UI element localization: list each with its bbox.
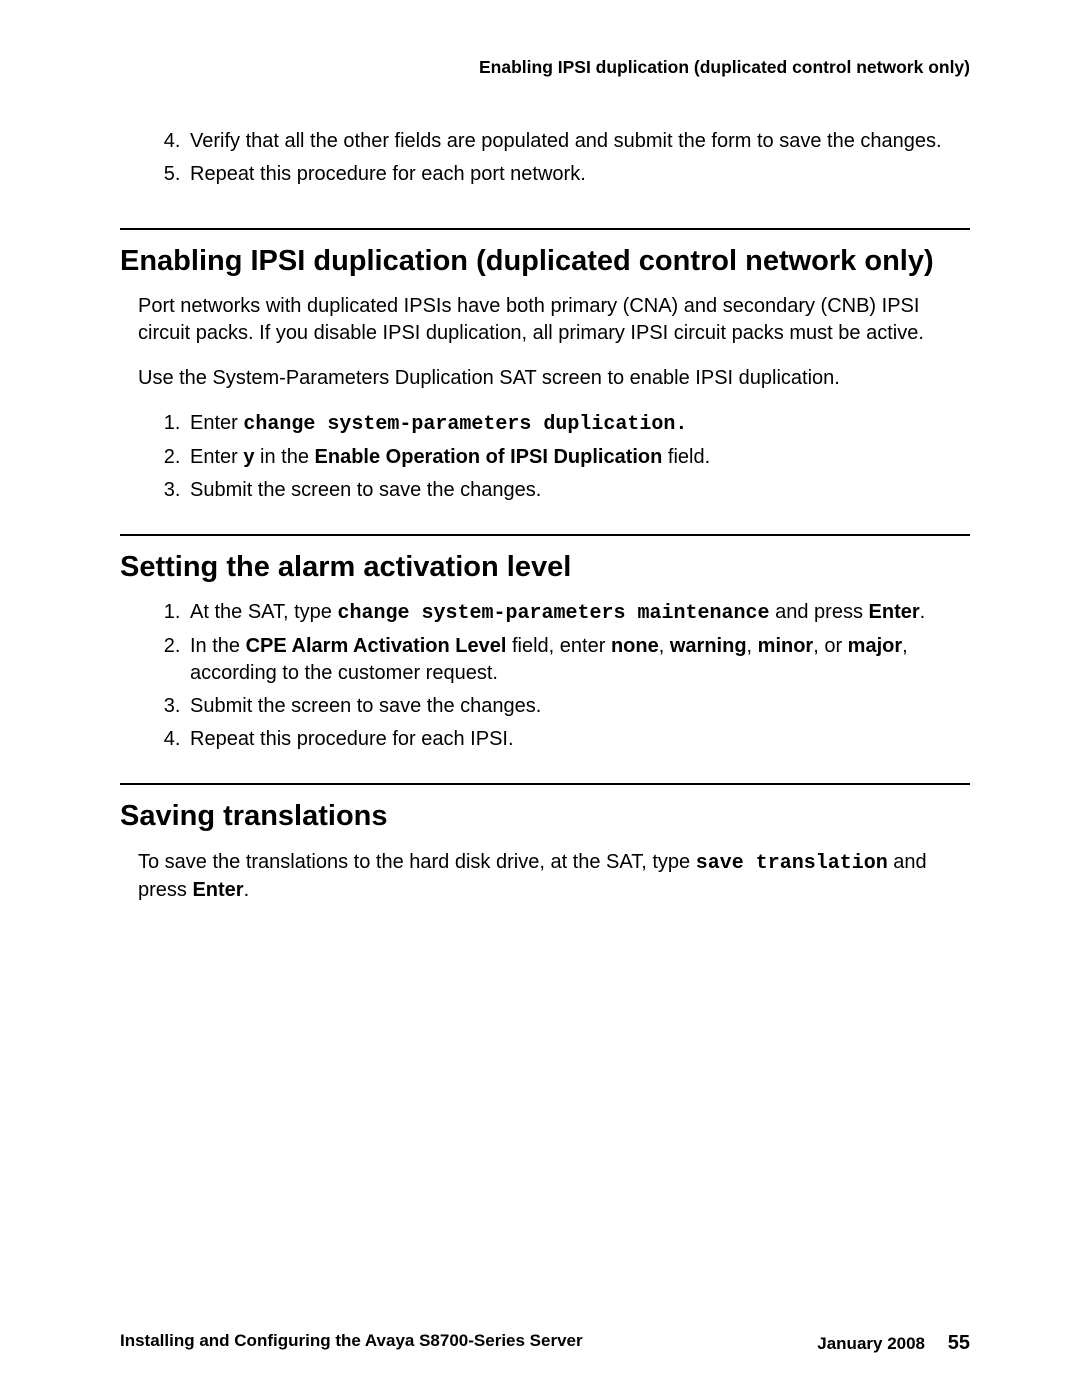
bold-text: CPE Alarm Activation Level xyxy=(246,635,507,657)
bold-text: y xyxy=(243,446,254,468)
text: in the xyxy=(254,446,314,468)
command-text: save translation xyxy=(696,852,888,875)
text: field, enter xyxy=(506,635,611,657)
list-item: In the CPE Alarm Activation Level field,… xyxy=(186,633,970,687)
list-item: At the SAT, type change system-parameter… xyxy=(186,599,970,627)
section-heading-alarm: Setting the alarm activation level xyxy=(120,550,970,585)
command-text: change system-parameters duplication. xyxy=(243,413,687,436)
list-item: Repeat this procedure for each IPSI. xyxy=(186,726,970,753)
section-heading-ipsi: Enabling IPSI duplication (duplicated co… xyxy=(120,244,970,279)
paragraph: Use the System-Parameters Duplication SA… xyxy=(138,365,952,392)
bold-text: warning xyxy=(670,635,747,657)
list-item: Submit the screen to save the changes. xyxy=(186,477,970,504)
command-text: change system-parameters maintenance xyxy=(337,602,769,625)
page-number: 55 xyxy=(948,1332,970,1354)
text: At the SAT, type xyxy=(190,601,337,623)
bold-text: Enable Operation of IPSI Duplication xyxy=(315,446,663,468)
text: To save the translations to the hard dis… xyxy=(138,851,696,873)
list-item: Verify that all the other fields are pop… xyxy=(186,128,970,155)
text: , or xyxy=(813,635,847,657)
section-divider xyxy=(120,228,970,230)
intro-steps-list: Verify that all the other fields are pop… xyxy=(120,128,970,188)
page-footer: Installing and Configuring the Avaya S87… xyxy=(120,1330,970,1357)
text: , xyxy=(659,635,670,657)
bold-text: none xyxy=(611,635,659,657)
text: In the xyxy=(190,635,246,657)
bold-text: minor xyxy=(758,635,814,657)
text: . xyxy=(920,601,926,623)
text: field. xyxy=(662,446,710,468)
paragraph: To save the translations to the hard dis… xyxy=(138,849,952,904)
text: . xyxy=(244,879,250,901)
bold-text: major xyxy=(848,635,902,657)
list-item: Submit the screen to save the changes. xyxy=(186,693,970,720)
footer-title: Installing and Configuring the Avaya S87… xyxy=(120,1330,583,1353)
text: Enter xyxy=(190,446,243,468)
section-divider xyxy=(120,783,970,785)
bold-text: Enter xyxy=(192,879,243,901)
text: Enter xyxy=(190,412,243,434)
footer-date: January 2008 xyxy=(817,1334,925,1353)
list-item: Repeat this procedure for each port netw… xyxy=(186,161,970,188)
text: , xyxy=(747,635,758,657)
list-item: Enter y in the Enable Operation of IPSI … xyxy=(186,444,970,471)
section-divider xyxy=(120,534,970,536)
text: and press xyxy=(770,601,869,623)
document-page: Enabling IPSI duplication (duplicated co… xyxy=(0,0,1080,1397)
paragraph: Port networks with duplicated IPSIs have… xyxy=(138,293,952,347)
bold-text: Enter xyxy=(869,601,920,623)
alarm-steps-list: At the SAT, type change system-parameter… xyxy=(120,599,970,753)
section-heading-saving: Saving translations xyxy=(120,799,970,834)
list-item: Enter change system-parameters duplicati… xyxy=(186,410,970,438)
ipsi-steps-list: Enter change system-parameters duplicati… xyxy=(120,410,970,504)
running-header: Enabling IPSI duplication (duplicated co… xyxy=(120,56,970,80)
